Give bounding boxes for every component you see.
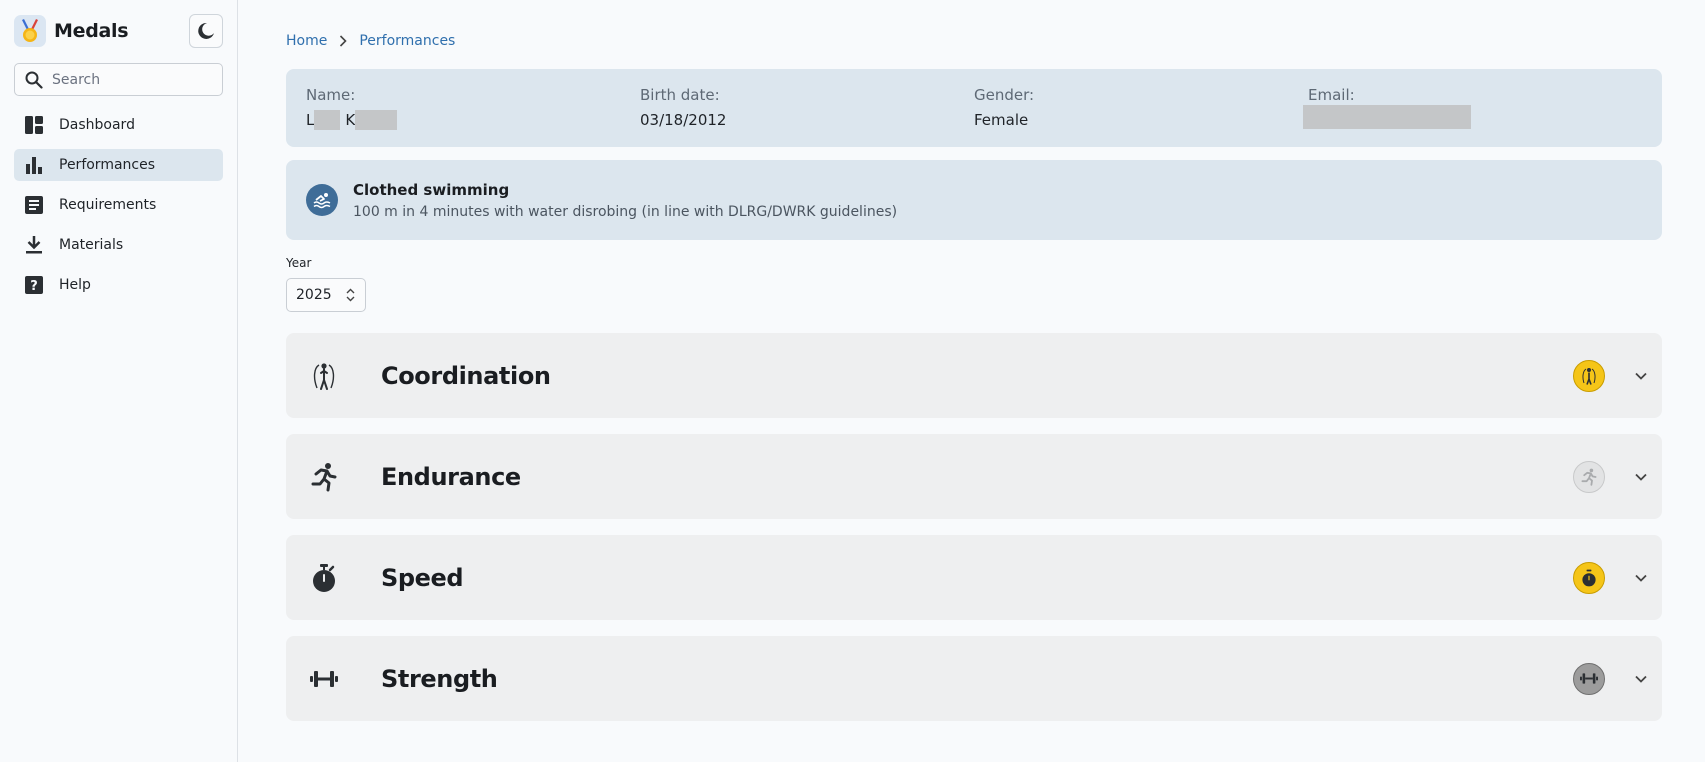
medal-logo-icon <box>14 15 46 47</box>
gender-label: Gender: <box>974 86 1035 104</box>
moon-icon <box>198 22 214 39</box>
chevron-down-icon[interactable] <box>1633 671 1649 687</box>
redacted-block <box>314 110 341 130</box>
email-label: Email: <box>1308 86 1355 104</box>
help-icon: ? <box>24 275 44 295</box>
bar-chart-icon <box>24 155 44 175</box>
breadcrumb-current-link[interactable]: Performances <box>359 33 455 49</box>
event-info-panel: Clothed swimming 100 m in 4 minutes with… <box>286 160 1662 240</box>
profile-email: Email: <box>1303 86 1642 130</box>
redacted-block <box>355 110 398 130</box>
list-icon <box>24 195 44 215</box>
swimming-icon <box>306 184 338 216</box>
redacted-block <box>1303 105 1471 129</box>
birth-date-value: 03/18/2012 <box>640 111 727 129</box>
birth-date-label: Birth date: <box>640 86 720 104</box>
sidebar-item-label: Performances <box>59 157 156 173</box>
name-label: Name: <box>306 86 356 104</box>
sidebar-item-label: Dashboard <box>59 117 135 133</box>
breadcrumb-home-link[interactable]: Home <box>286 33 327 49</box>
category-coordination[interactable]: Coordination <box>286 333 1662 418</box>
silver-badge-icon <box>1573 662 1605 695</box>
name-value: L K <box>306 110 640 130</box>
running-icon <box>310 462 338 492</box>
category-title: Endurance <box>381 462 521 491</box>
category-speed[interactable]: Speed <box>286 535 1662 620</box>
event-description: 100 m in 4 minutes with water disrobing … <box>353 203 898 220</box>
theme-toggle-button[interactable] <box>189 14 223 48</box>
chevron-down-icon[interactable] <box>1633 570 1649 586</box>
sidebar-item-materials[interactable]: Materials <box>14 229 223 261</box>
download-icon <box>24 235 44 255</box>
sidebar-nav: Dashboard Performances Requirements Mate… <box>14 109 223 301</box>
name-first-initial: L <box>306 111 315 129</box>
sidebar-item-performances[interactable]: Performances <box>14 149 223 181</box>
year-value: 2025 <box>296 287 332 303</box>
gold-badge-icon <box>1573 561 1605 594</box>
empty-badge-icon <box>1573 460 1605 493</box>
breadcrumb: Home Performances <box>286 33 455 49</box>
app-title: Medals <box>54 20 129 42</box>
profile-panel: Name: L K Birth date: 03/18/2012 Gender:… <box>286 69 1662 147</box>
category-title: Speed <box>381 563 464 592</box>
stopwatch-icon <box>310 563 338 593</box>
profile-gender: Gender: Female <box>974 86 1308 130</box>
sidebar-item-dashboard[interactable]: Dashboard <box>14 109 223 141</box>
updown-arrows-icon <box>346 288 355 306</box>
chevron-down-icon[interactable] <box>1633 368 1649 384</box>
chevron-right-icon <box>339 35 347 47</box>
sidebar-item-label: Materials <box>59 237 124 253</box>
chevron-down-icon[interactable] <box>1633 469 1649 485</box>
sidebar: Medals Dashboard <box>0 0 238 762</box>
name-last-initial: K <box>345 111 356 129</box>
search-input[interactable] <box>52 71 202 88</box>
event-text: Clothed swimming 100 m in 4 minutes with… <box>353 181 897 220</box>
dumbbell-icon <box>310 664 338 694</box>
gold-badge-icon <box>1573 359 1605 392</box>
dashboard-icon <box>24 115 44 135</box>
year-select[interactable]: 2025 <box>286 278 366 312</box>
brand: Medals <box>14 13 223 49</box>
profile-birth-date: Birth date: 03/18/2012 <box>640 86 974 130</box>
category-title: Strength <box>381 664 498 693</box>
search-icon <box>25 71 43 89</box>
gender-value: Female <box>974 111 1029 129</box>
profile-name: Name: L K <box>306 86 640 130</box>
svg-text:?: ? <box>30 279 38 294</box>
sidebar-item-requirements[interactable]: Requirements <box>14 189 223 221</box>
event-title: Clothed swimming <box>353 180 510 199</box>
sidebar-item-label: Help <box>59 277 91 293</box>
search-box <box>14 63 223 96</box>
category-endurance[interactable]: Endurance <box>286 434 1662 519</box>
year-label: Year <box>286 256 312 270</box>
sidebar-item-help[interactable]: ? Help <box>14 269 223 301</box>
jump-rope-icon <box>310 361 338 391</box>
sidebar-item-label: Requirements <box>59 197 157 213</box>
category-title: Coordination <box>381 361 551 390</box>
email-value <box>1303 105 1642 130</box>
category-strength[interactable]: Strength <box>286 636 1662 721</box>
